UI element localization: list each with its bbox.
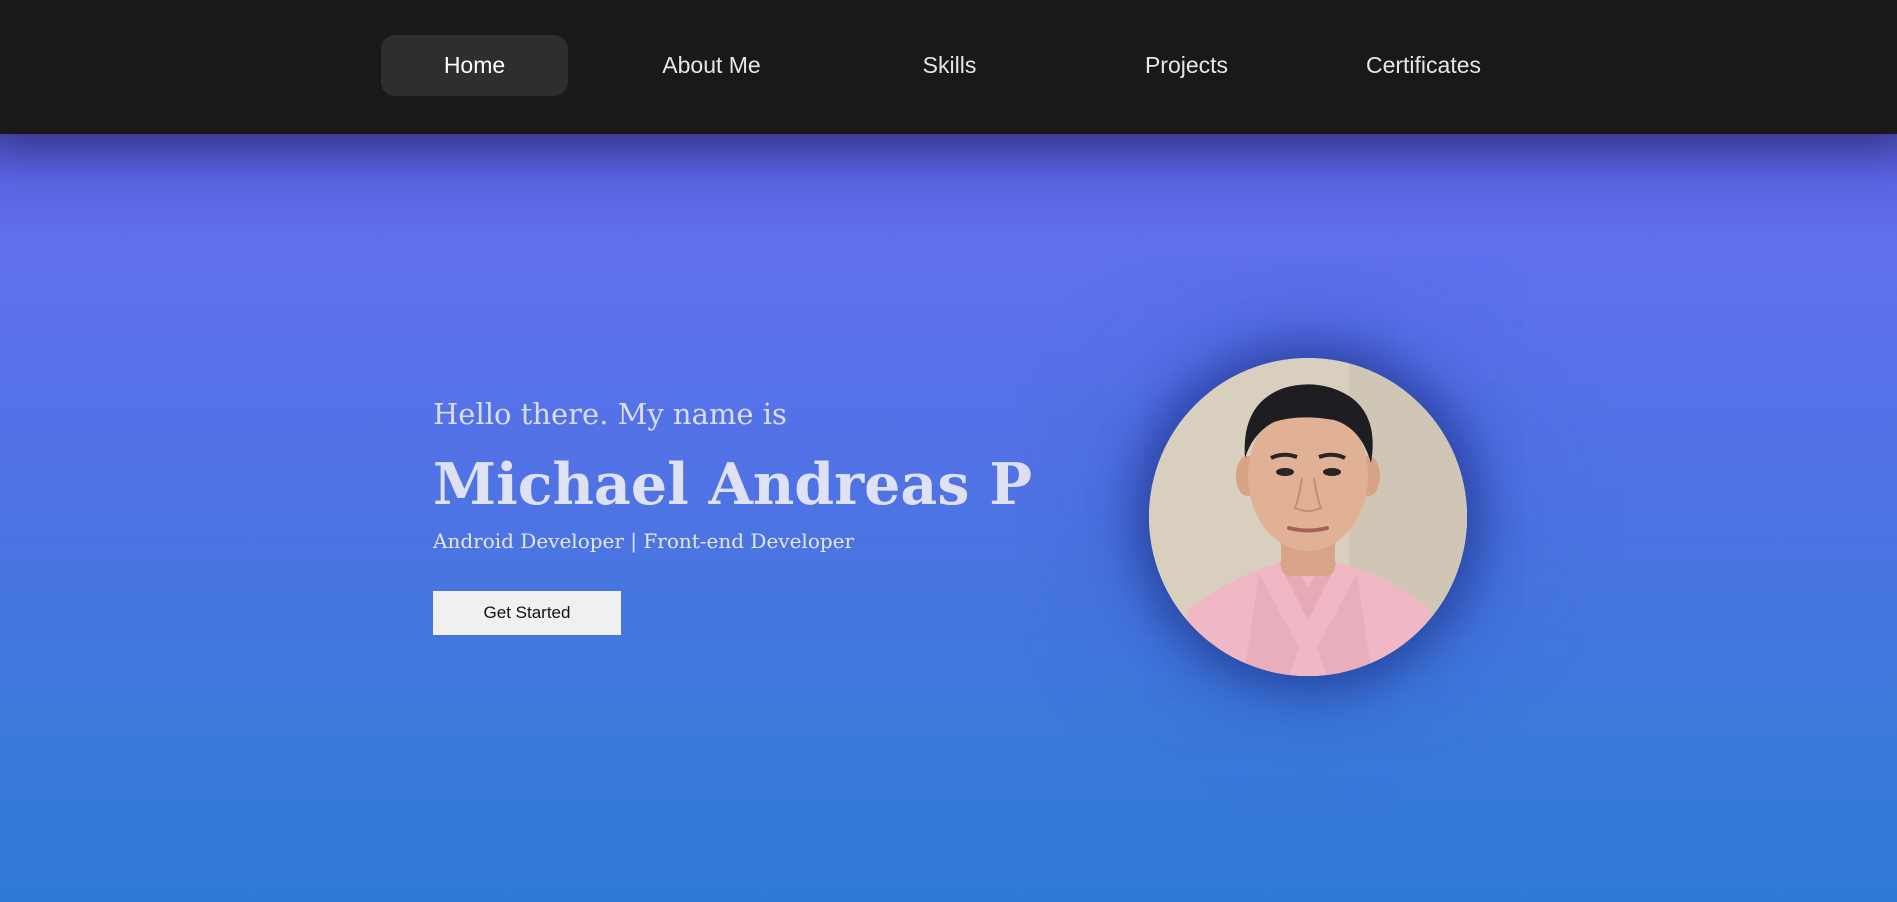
hero-greeting: Hello there. My name is <box>433 397 787 431</box>
nav-certificates[interactable]: Certificates <box>1330 35 1517 96</box>
top-navbar: Home About Me Skills Projects Certificat… <box>0 0 1897 134</box>
hero-roles: Android Developer | Front-end Developer <box>433 529 855 553</box>
nav-projects[interactable]: Projects <box>1093 35 1280 96</box>
navbar-shadow <box>0 134 1897 244</box>
hero-name: Michael Andreas P <box>433 451 1033 518</box>
profile-photo-illustration <box>1149 358 1467 676</box>
nav-home[interactable]: Home <box>381 35 568 96</box>
hero-section: Hello there. My name is Michael Andreas … <box>433 397 1032 552</box>
nav-about-me[interactable]: About Me <box>618 35 805 96</box>
nav-skills[interactable]: Skills <box>856 35 1043 96</box>
get-started-button[interactable]: Get Started <box>433 591 621 635</box>
profile-photo <box>1149 358 1467 676</box>
